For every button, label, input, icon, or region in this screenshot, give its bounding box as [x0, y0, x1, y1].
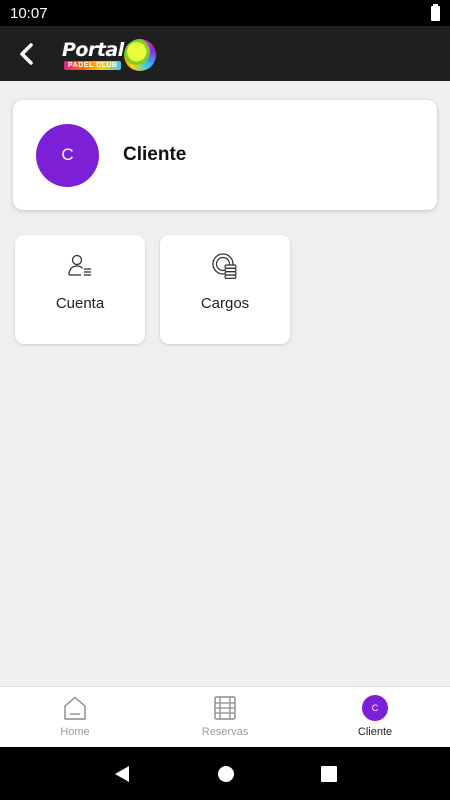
nav-item-reservas[interactable]: Reservas — [150, 687, 300, 747]
client-name: Cliente — [123, 144, 187, 165]
nav-label-home: Home — [60, 726, 90, 738]
app-bar: Portal PADEL CLUB — [0, 26, 450, 81]
system-navigation-bar — [0, 747, 450, 800]
system-recents-icon[interactable] — [321, 765, 337, 782]
tile-label-cuenta: Cuenta — [55, 295, 105, 312]
nav-label-reservas: Reservas — [201, 726, 249, 738]
nav-label-cliente: Cliente — [357, 726, 393, 738]
status-bar: 10:07 — [0, 0, 450, 26]
portal-padel-club-logo: Portal PADEL CLUB — [60, 31, 164, 77]
back-button[interactable] — [2, 26, 52, 81]
tile-cargos[interactable]: Cargos — [160, 235, 290, 344]
tile-label-cargos: Cargos — [200, 295, 250, 312]
status-time: 10:07 — [10, 4, 48, 22]
nav-item-home[interactable]: Home — [0, 687, 150, 747]
home-icon — [64, 696, 86, 720]
client-avatar: C — [36, 123, 99, 187]
logo-text: Portal — [62, 38, 124, 61]
bottom-navigation: Home Reservas C Cliente — [0, 686, 450, 747]
tile-cuenta[interactable]: Cuenta — [15, 235, 145, 344]
battery-icon — [431, 3, 440, 21]
system-home-icon[interactable] — [217, 765, 235, 783]
avatar: C — [362, 695, 388, 721]
back-arrow-icon — [20, 42, 33, 65]
nav-item-cliente[interactable]: C Cliente — [300, 687, 450, 747]
logo-ball-graphic — [124, 38, 156, 71]
client-card: C Cliente — [13, 100, 437, 210]
calendar-film-icon — [214, 696, 236, 720]
system-back-icon[interactable] — [113, 765, 131, 783]
user-list-icon — [68, 254, 91, 276]
logo-subtext: PADEL CLUB — [64, 60, 122, 70]
coins-icon — [212, 253, 237, 280]
